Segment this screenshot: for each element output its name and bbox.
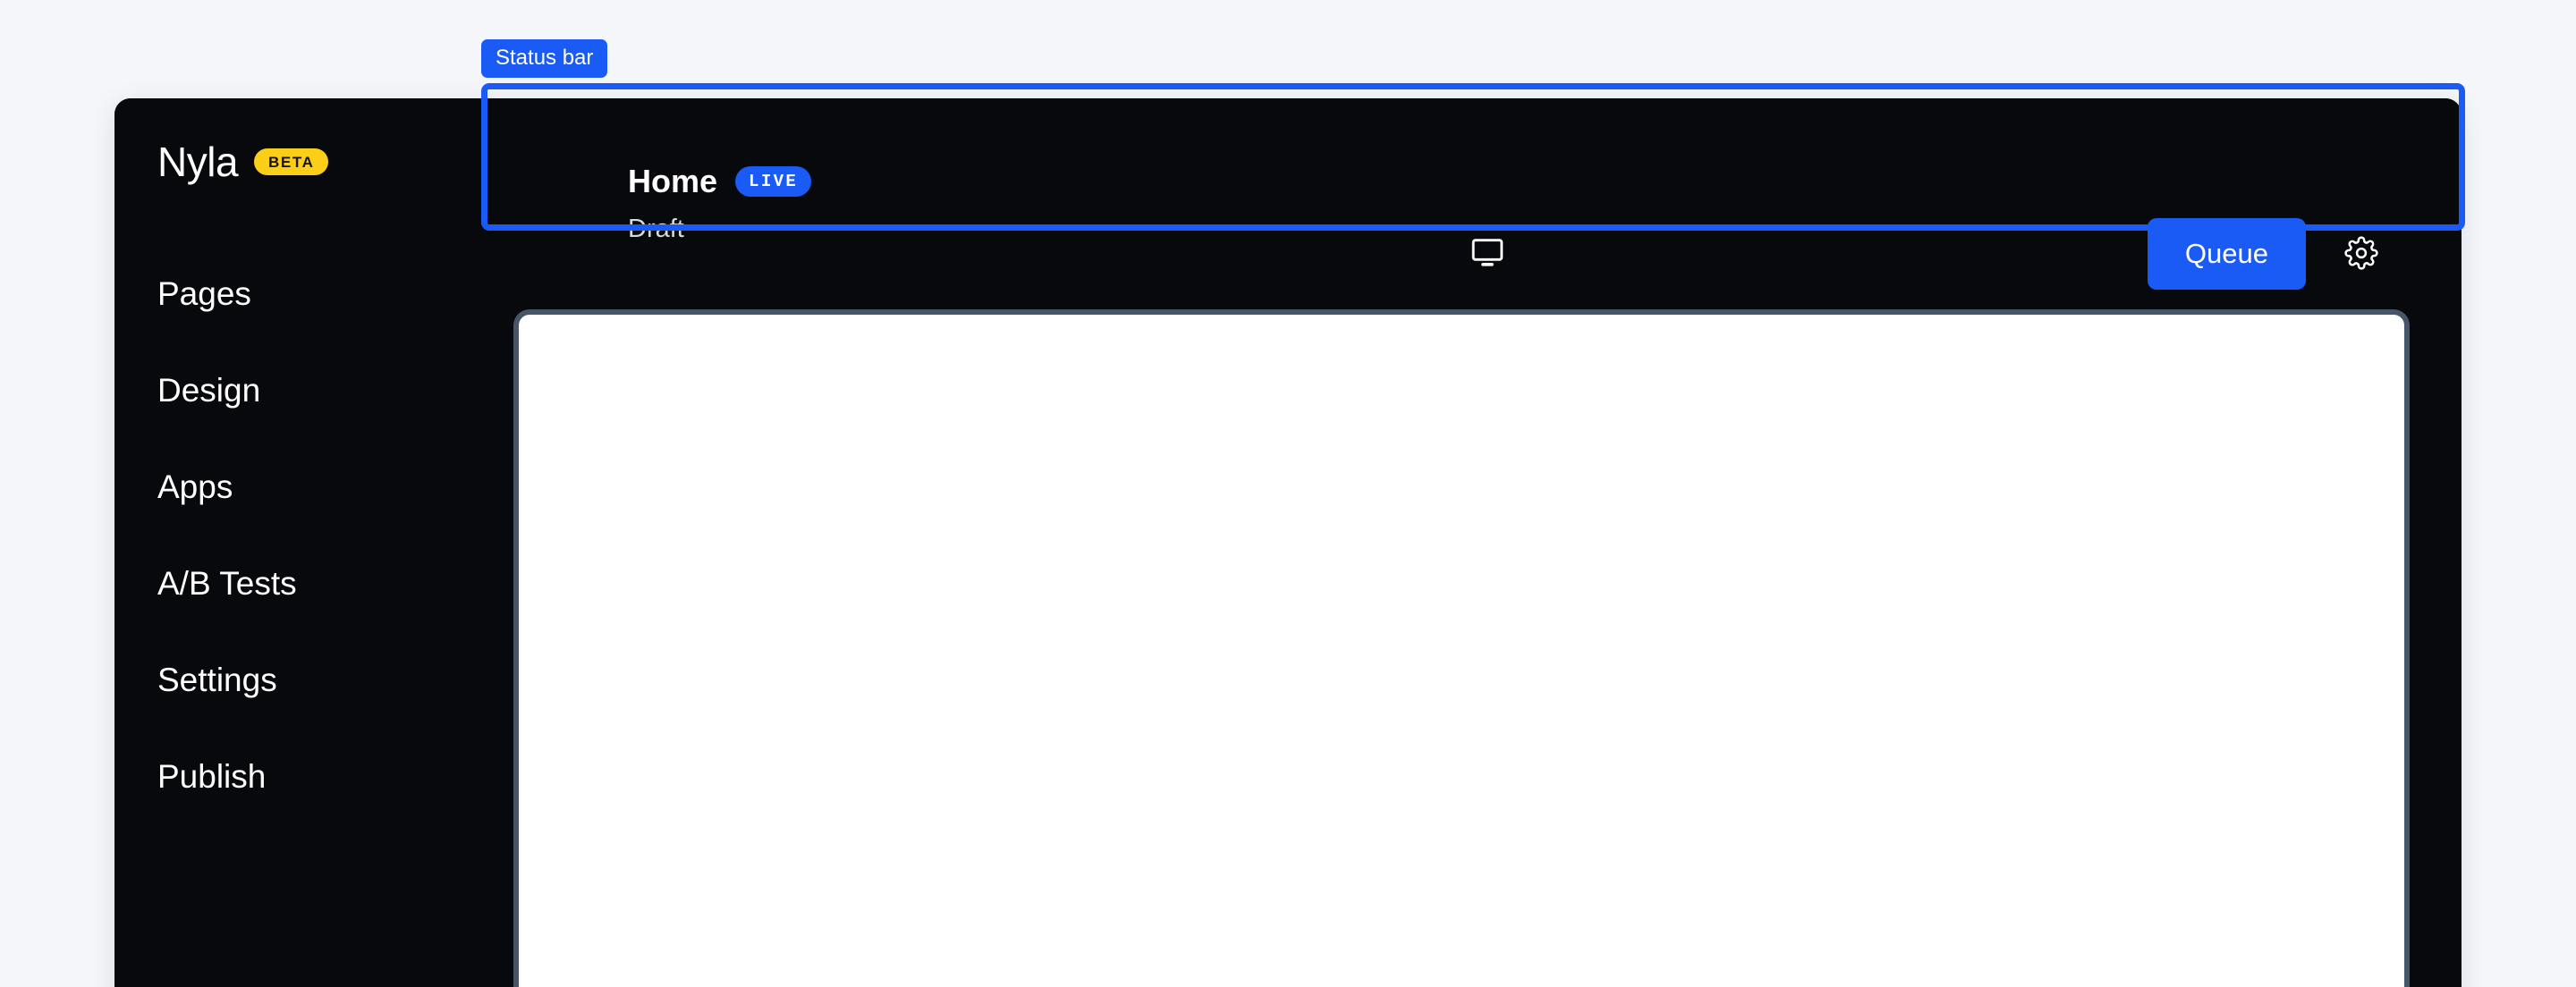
monitor-icon <box>1470 234 1505 274</box>
status-bar: Home LIVE Draft Queue <box>513 98 2462 317</box>
brand-name: Nyla <box>157 139 239 185</box>
live-status-badge: LIVE <box>735 166 812 197</box>
sidebar-item-publish[interactable]: Publish <box>157 760 462 793</box>
main-region: Home LIVE Draft Queue <box>513 98 2462 987</box>
sidebar-nav: Pages Design Apps A/B Tests Settings Pub… <box>157 277 462 856</box>
page-canvas[interactable] <box>513 309 2410 987</box>
status-bar-actions: Queue <box>2147 218 2386 290</box>
page-title-row: Home LIVE <box>628 163 812 199</box>
brand-logo[interactable]: Nyla BETA <box>157 139 329 185</box>
sidebar-item-apps[interactable]: Apps <box>157 470 462 503</box>
sidebar-item-design[interactable]: Design <box>157 374 462 407</box>
settings-button[interactable] <box>2336 229 2386 279</box>
page-title: Home <box>628 163 718 199</box>
status-bar-info: Home LIVE Draft <box>628 163 812 243</box>
sidebar-item-settings[interactable]: Settings <box>157 663 462 696</box>
beta-badge: BETA <box>254 148 329 175</box>
page-status-text: Draft <box>628 215 684 243</box>
gear-icon <box>2344 235 2378 273</box>
annotation-label: Status bar <box>481 39 608 78</box>
sidebar-item-ab-tests[interactable]: A/B Tests <box>157 567 462 600</box>
device-preview-toggle[interactable] <box>1453 220 1521 288</box>
queue-button[interactable]: Queue <box>2147 218 2306 290</box>
app-window: Nyla BETA Pages Design Apps A/B Tests Se… <box>114 98 2462 987</box>
sidebar-item-pages[interactable]: Pages <box>157 277 462 310</box>
sidebar: Nyla BETA Pages Design Apps A/B Tests Se… <box>114 98 513 987</box>
